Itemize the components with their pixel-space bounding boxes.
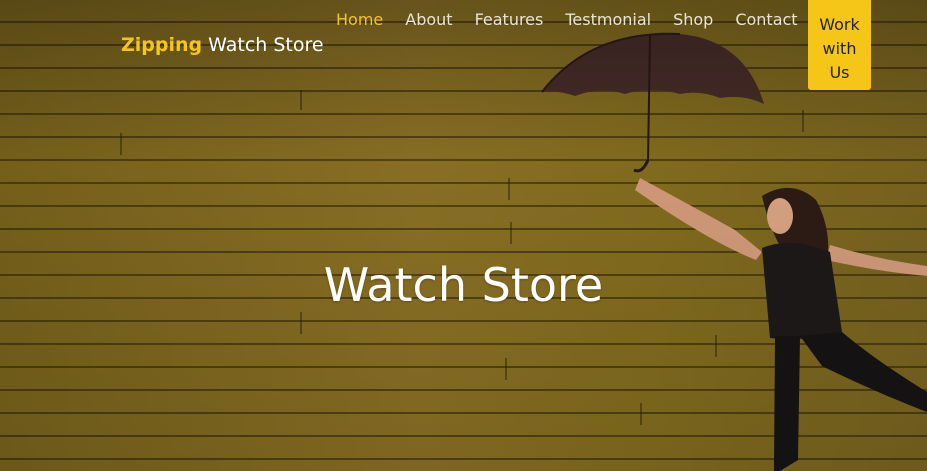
nav-about[interactable]: About <box>405 10 452 30</box>
brand-name: Watch Store <box>202 34 324 56</box>
hero-overlay <box>0 0 927 471</box>
hero-title: Watch Store <box>323 258 604 312</box>
cta-line-2: with <box>822 39 857 58</box>
work-with-us-button[interactable]: Work with Us <box>808 0 871 90</box>
nav-testmonial[interactable]: Testmonial <box>565 10 651 30</box>
nav-contact[interactable]: Contact <box>735 10 797 30</box>
cta-line-3: Us <box>829 63 850 82</box>
nav-features[interactable]: Features <box>475 10 544 30</box>
nav-home[interactable]: Home <box>336 10 383 30</box>
brand-logo[interactable]: Zipping Watch Store <box>121 34 324 56</box>
brand-accent: Zipping <box>121 34 203 56</box>
nav-shop[interactable]: Shop <box>673 10 713 30</box>
main-nav: Home About Features Testmonial Shop Cont… <box>336 10 820 30</box>
cta-line-1: Work <box>819 15 860 34</box>
hero-section <box>0 0 927 471</box>
